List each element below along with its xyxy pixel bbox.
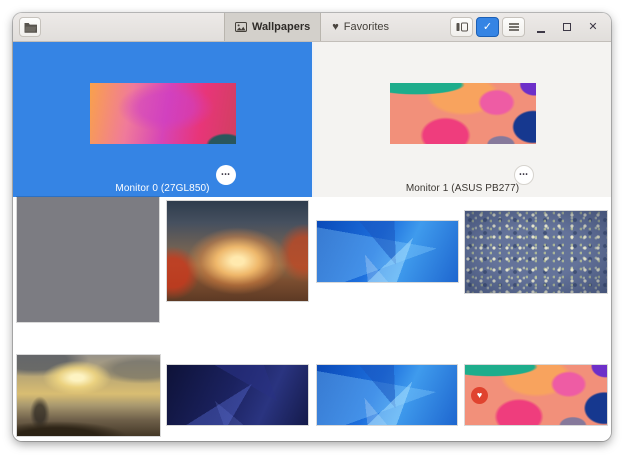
minimize-icon (537, 31, 545, 33)
heart-icon: ♥ (332, 22, 339, 33)
favorite-badge: ♥ (471, 387, 488, 404)
wallpaper-tile-blue-geometric-2[interactable] (317, 365, 457, 425)
apply-button[interactable]: ✓ (476, 17, 499, 37)
monitor-1-label: Monitor 1 (ASUS PB277) (314, 183, 611, 194)
monitor-0-label: Monitor 0 (27GL850) (13, 183, 312, 194)
dual-pane-icon (456, 22, 468, 32)
wallpaper-tile-aerial-forest[interactable] (465, 211, 607, 293)
view-switcher: Wallpapers ♥ Favorites (224, 13, 400, 41)
wallpaper-tile-autumn-forest[interactable] (167, 201, 308, 301)
tab-favorites[interactable]: ♥ Favorites (321, 13, 400, 41)
open-folder-button[interactable] (19, 17, 41, 37)
maximize-button[interactable] (557, 17, 577, 37)
wallpaper-tile-gray-placeholder[interactable] (17, 197, 159, 322)
wallpaper-grid: ♥ (13, 197, 611, 441)
ellipsis-icon: ••• (519, 172, 528, 178)
tab-wallpapers-label: Wallpapers (252, 21, 310, 33)
ellipsis-icon: ••• (221, 172, 230, 178)
monitors-section: ••• Monitor 0 (27GL850) ••• Monitor 1 (A… (13, 42, 611, 197)
monitor-0-menu-button[interactable]: ••• (216, 165, 236, 185)
check-icon: ✓ (483, 22, 492, 33)
heart-icon: ♥ (477, 391, 482, 400)
hamburger-icon (509, 23, 519, 31)
maximize-icon (563, 23, 571, 31)
monitor-1-card[interactable]: ••• Monitor 1 (ASUS PB277) (314, 42, 611, 197)
minimize-button[interactable] (531, 17, 551, 37)
wallpaper-tile-navy-geometric[interactable] (167, 365, 308, 425)
headerbar: Wallpapers ♥ Favorites ✓ (13, 13, 611, 42)
tab-wallpapers[interactable]: Wallpapers (224, 13, 321, 41)
close-icon: ✕ (588, 22, 597, 33)
wallpaper-tile-blue-geometric[interactable] (317, 221, 458, 282)
close-button[interactable]: ✕ (583, 17, 603, 37)
wallpapers-app-window: Wallpapers ♥ Favorites ✓ (13, 13, 611, 441)
folder-icon (24, 22, 37, 33)
monitor-1-wallpaper-thumbnail (390, 83, 536, 144)
image-icon (235, 22, 247, 32)
menu-button[interactable] (502, 17, 525, 37)
monitor-1-menu-button[interactable]: ••• (514, 165, 534, 185)
tab-favorites-label: Favorites (344, 21, 389, 33)
monitor-0-card[interactable]: ••• Monitor 0 (27GL850) (13, 42, 312, 197)
wallpaper-tile-pink-blobs[interactable]: ♥ (465, 365, 607, 425)
wallpaper-tile-sunset-tree[interactable] (17, 355, 160, 436)
monitor-0-wallpaper-thumbnail (90, 83, 236, 144)
monitor-layout-button[interactable] (450, 17, 473, 37)
